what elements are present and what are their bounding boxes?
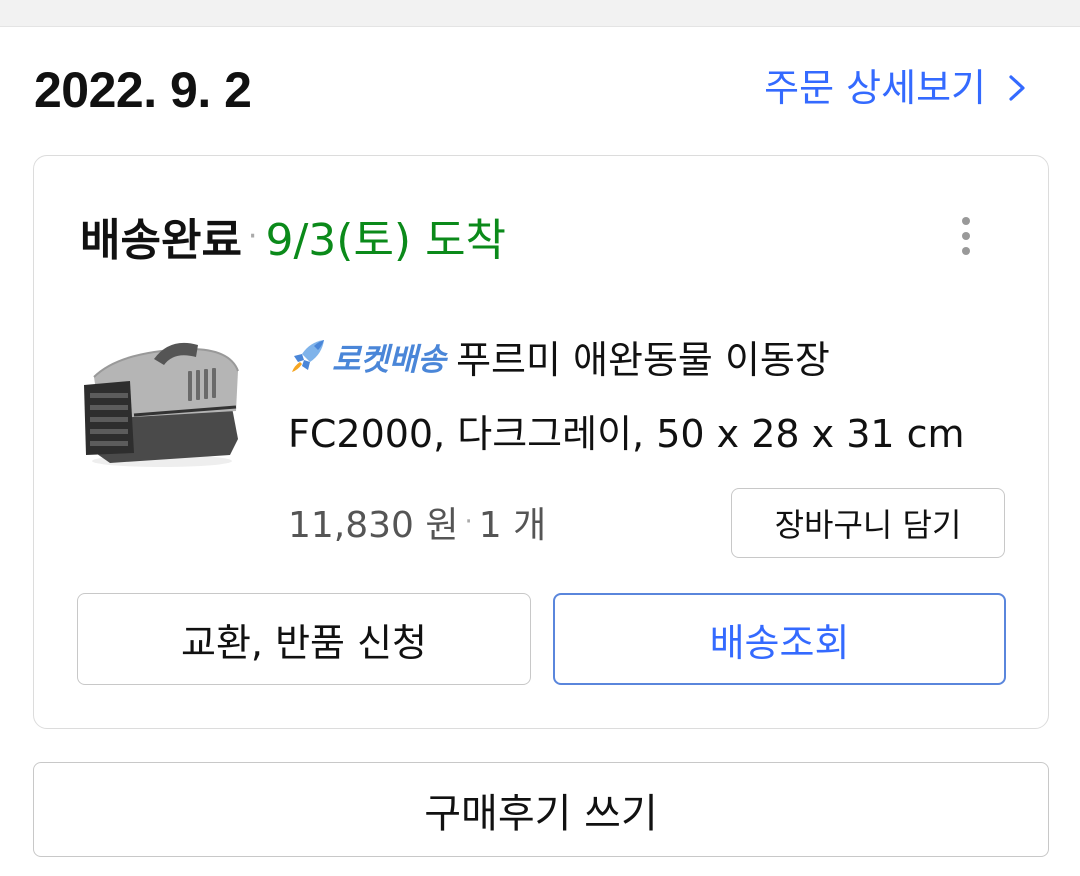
product-quantity: 1 개 <box>478 505 547 546</box>
product-title-row[interactable]: 로켓배송 푸르미 애완동물 이동장 <box>288 326 830 386</box>
order-detail-link[interactable]: 주문 상세보기 <box>764 60 1034 116</box>
order-detail-label: 주문 상세보기 <box>764 66 986 110</box>
product-name-line1[interactable]: 푸르미 애완동물 이동장 <box>456 329 830 384</box>
product-price: 11,830 원 <box>288 505 459 546</box>
arrival-date: 9/3(토) 도착 <box>265 215 507 266</box>
add-to-cart-button[interactable]: 장바구니 담기 <box>731 488 1005 558</box>
chevron-right-icon <box>1009 75 1025 101</box>
order-date: 2022. 9. 2 <box>34 62 252 118</box>
product-name-line2[interactable]: FC2000, 다크그레이, 50 x 28 x 31 cm <box>288 404 965 464</box>
delivery-status-row: 배송완료 · 9/3(토) 도착 <box>80 206 506 266</box>
exchange-return-button[interactable]: 교환, 반품 신청 <box>77 593 531 685</box>
delivery-status: 배송완료 <box>80 215 242 266</box>
separator-dot: · <box>247 218 258 254</box>
delivery-tracking-button[interactable]: 배송조회 <box>553 593 1006 685</box>
price-quantity-row: 11,830 원 · 1 개 <box>288 492 546 552</box>
more-vertical-icon[interactable] <box>954 212 978 260</box>
rocket-delivery-badge: 로켓배송 <box>288 334 446 379</box>
top-divider-strip <box>0 0 1080 27</box>
order-card: 배송완료 · 9/3(토) 도착 로켓배송 푸르미 애완동물 이동장 FC200… <box>33 155 1049 729</box>
product-thumbnail[interactable] <box>80 331 242 471</box>
write-review-button[interactable]: 구매후기 쓰기 <box>33 762 1049 857</box>
separator-dot: · <box>464 507 473 537</box>
rocket-icon <box>292 340 324 372</box>
rocket-delivery-label: 로켓배송 <box>332 341 447 378</box>
